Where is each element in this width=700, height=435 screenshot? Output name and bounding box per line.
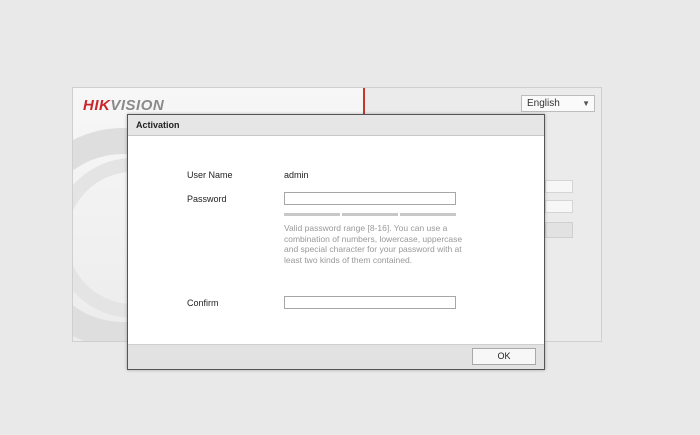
username-value: admin (284, 170, 309, 180)
page: HIKVISION English ▼ Activation User Name… (0, 0, 700, 435)
dialog-footer: OK (128, 344, 544, 369)
language-select-value: English (527, 98, 560, 109)
password-strength-bar-2 (342, 213, 398, 216)
logo-part-hik: HIK (83, 97, 111, 114)
login-username-field (545, 180, 573, 193)
login-button (545, 222, 573, 238)
password-strength-bar-1 (284, 213, 340, 216)
dialog-title: Activation (128, 115, 544, 136)
login-password-field (545, 200, 573, 213)
password-strength-bar-3 (400, 213, 456, 216)
activation-dialog: Activation User Name admin Password Vali… (127, 114, 545, 370)
ok-button[interactable]: OK (472, 348, 536, 365)
language-select[interactable]: English ▼ (521, 95, 595, 112)
chevron-down-icon: ▼ (582, 99, 590, 108)
username-label: User Name (187, 170, 233, 180)
confirm-label: Confirm (187, 298, 219, 308)
logo-part-vision: VISION (110, 97, 165, 114)
password-input[interactable] (284, 192, 456, 205)
hikvision-logo: HIKVISION (83, 97, 164, 114)
password-label: Password (187, 194, 227, 204)
password-hint: Valid password range [8-16]. You can use… (284, 223, 463, 265)
confirm-password-input[interactable] (284, 296, 456, 309)
